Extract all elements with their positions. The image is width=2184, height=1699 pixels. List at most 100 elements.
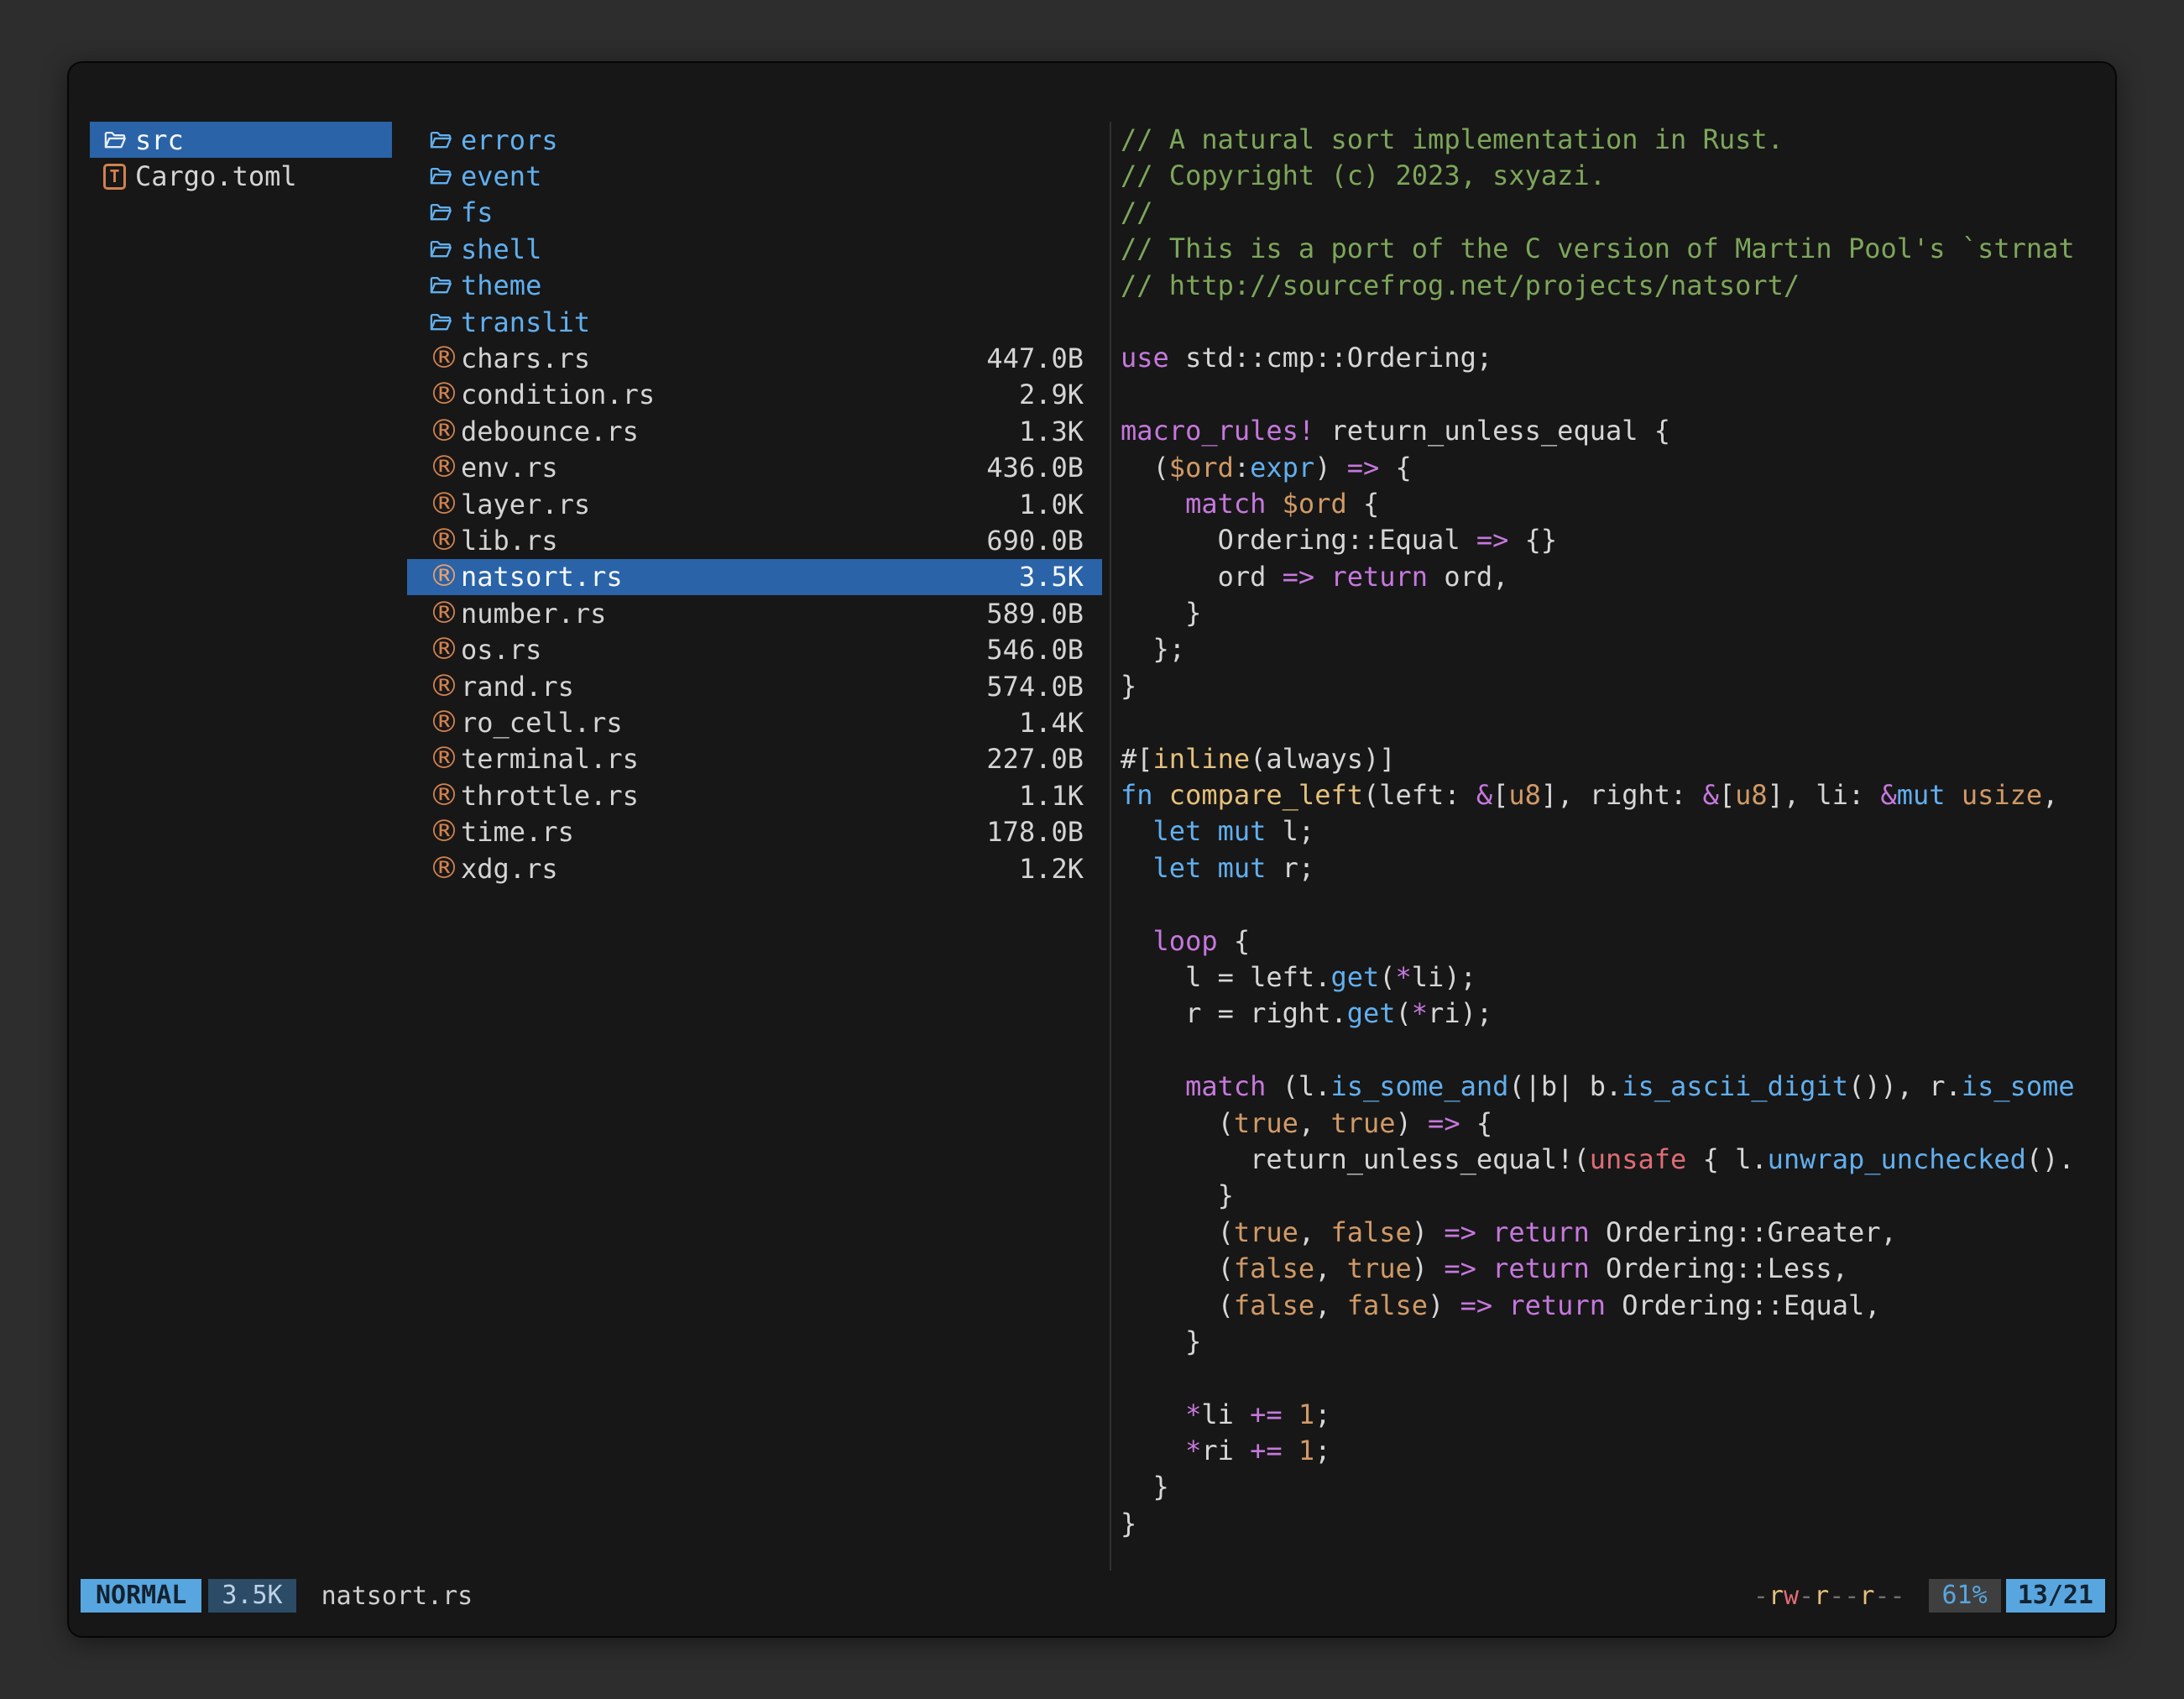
folder-icon xyxy=(429,238,461,260)
code-line: // A natural sort implementation in Rust… xyxy=(1121,122,2115,158)
rust-icon: ® xyxy=(429,525,461,556)
code-line xyxy=(1121,1032,2115,1069)
item-size: 1.0K xyxy=(1019,489,1084,520)
rust-icon: ® xyxy=(429,635,461,665)
item-label: os.rs xyxy=(461,634,541,666)
code-line: match (l.is_some_and(|b| b.is_ascii_digi… xyxy=(1121,1069,2115,1105)
item-label: condition.rs xyxy=(461,379,655,410)
item-label: Cargo.toml xyxy=(135,160,297,192)
item-size: 589.0B xyxy=(986,598,1084,630)
code-line: match $ord { xyxy=(1121,486,2115,522)
code-line: r = right.get(*ri); xyxy=(1121,996,2115,1032)
code-line: } xyxy=(1121,1324,2115,1360)
file-item[interactable]: ®number.rs589.0B xyxy=(407,595,1102,631)
folder-icon xyxy=(429,274,461,296)
preview-pane: // A natural sort implementation in Rust… xyxy=(1121,122,2115,1569)
item-label: translit xyxy=(461,306,590,338)
code-line: } xyxy=(1121,1506,2115,1542)
item-size: 1.3K xyxy=(1019,416,1084,447)
parent-dir-item[interactable]: TCargo.toml xyxy=(90,158,392,194)
item-label: time.rs xyxy=(461,816,574,848)
item-label: layer.rs xyxy=(461,489,590,520)
item-label: terminal.rs xyxy=(461,743,639,775)
folder-icon xyxy=(429,165,461,187)
scroll-percent-badge: 61% xyxy=(1929,1579,2001,1613)
mode-badge: NORMAL xyxy=(81,1579,201,1613)
file-item[interactable]: ®terminal.rs 227.0B xyxy=(407,741,1102,777)
item-label: src xyxy=(135,124,184,156)
item-label: chars.rs xyxy=(461,342,590,374)
rust-icon: ® xyxy=(429,489,461,520)
item-label: fs xyxy=(461,196,494,228)
item-size: 2.9K xyxy=(1019,379,1084,410)
item-size: 1.1K xyxy=(1019,780,1084,812)
code-line: fn compare_left(left: &[u8], right: &[u8… xyxy=(1121,777,2115,813)
item-label: errors xyxy=(461,124,558,156)
rust-icon: ® xyxy=(429,599,461,629)
rust-icon: ® xyxy=(429,562,461,592)
file-item[interactable]: fs xyxy=(407,195,1102,231)
code-line: }; xyxy=(1121,631,2115,667)
file-item[interactable]: ®env.rs436.0B xyxy=(407,450,1102,486)
file-item[interactable]: ®condition.rs2.9K xyxy=(407,377,1102,413)
code-line: // xyxy=(1121,195,2115,231)
file-item[interactable]: ®time.rs178.0B xyxy=(407,813,1102,850)
code-line: ord => return ord, xyxy=(1121,559,2115,595)
status-bar-right: -rw-r--r-- 61% 13/21 xyxy=(1753,1579,2105,1613)
file-item[interactable]: ®natsort.rs3.5K xyxy=(407,559,1102,595)
item-label: xdg.rs xyxy=(461,853,558,885)
file-size-badge: 3.5K xyxy=(208,1579,295,1613)
file-item[interactable]: shell xyxy=(407,231,1102,267)
parent-dir-item[interactable]: src xyxy=(90,122,392,158)
code-line: Ordering::Equal => {} xyxy=(1121,522,2115,558)
item-label: natsort.rs xyxy=(461,561,623,593)
code-line: let mut l; xyxy=(1121,813,2115,850)
file-item[interactable]: ®os.rs546.0B xyxy=(407,631,1102,667)
item-size: 227.0B xyxy=(986,743,1084,775)
code-line: loop { xyxy=(1121,923,2115,959)
file-item[interactable]: ®debounce.rs 1.3K xyxy=(407,413,1102,449)
code-line: #[inline(always)] xyxy=(1121,741,2115,777)
file-item[interactable]: ®lib.rs690.0B xyxy=(407,522,1102,558)
rust-icon: ® xyxy=(429,416,461,447)
item-size: 1.2K xyxy=(1019,853,1084,885)
file-item[interactable]: ®ro_cell.rs1.4K xyxy=(407,704,1102,740)
file-manager-window: srcTCargo.toml errorseventfs shell theme tr… xyxy=(67,61,2117,1638)
code-line: l = left.get(*li); xyxy=(1121,959,2115,996)
code-line: (true, true) => { xyxy=(1121,1106,2115,1142)
code-line: (false, false) => return Ordering::Equal… xyxy=(1121,1288,2115,1324)
code-line: // Copyright (c) 2023, sxyazi. xyxy=(1121,158,2115,194)
file-item[interactable]: ®layer.rs 1.0K xyxy=(407,486,1102,522)
file-item[interactable]: ®rand.rs574.0B xyxy=(407,668,1102,704)
code-line: let mut r; xyxy=(1121,850,2115,886)
file-item[interactable]: ®xdg.rs 1.2K xyxy=(407,850,1102,886)
item-label: debounce.rs xyxy=(461,416,639,447)
folder-icon xyxy=(103,129,135,151)
file-item[interactable]: event xyxy=(407,158,1102,194)
code-line: } xyxy=(1121,595,2115,631)
file-item[interactable]: errors xyxy=(407,122,1102,158)
folder-icon xyxy=(429,201,461,223)
rust-icon: ® xyxy=(429,672,461,702)
item-size: 447.0B xyxy=(986,342,1084,374)
code-line: use std::cmp::Ordering; xyxy=(1121,340,2115,376)
status-bar: NORMAL 3.5K natsort.rs -rw-r--r-- 61% 13… xyxy=(81,1579,2105,1613)
file-item[interactable]: ®throttle.rs1.1K xyxy=(407,777,1102,813)
item-label: throttle.rs xyxy=(461,780,639,812)
file-item[interactable]: ®chars.rs447.0B xyxy=(407,340,1102,376)
current-directory-pane: errorseventfs shell theme translit ® chars.rs… xyxy=(407,122,1102,886)
code-line: (false, true) => return Ordering::Less, xyxy=(1121,1251,2115,1287)
rust-icon: ® xyxy=(429,854,461,884)
item-label: theme xyxy=(461,269,541,301)
folder-icon xyxy=(429,311,461,333)
rust-icon: ® xyxy=(429,744,461,774)
code-line xyxy=(1121,377,2115,413)
file-item[interactable]: translit xyxy=(407,304,1102,340)
item-size: 690.0B xyxy=(986,525,1084,557)
item-label: shell xyxy=(461,233,541,265)
code-line: // http://sourcefrog.net/projects/natsor… xyxy=(1121,268,2115,304)
code-line: // This is a port of the C version of Ma… xyxy=(1121,231,2115,267)
code-line xyxy=(1121,704,2115,740)
file-item[interactable]: theme xyxy=(407,268,1102,304)
code-line xyxy=(1121,304,2115,340)
